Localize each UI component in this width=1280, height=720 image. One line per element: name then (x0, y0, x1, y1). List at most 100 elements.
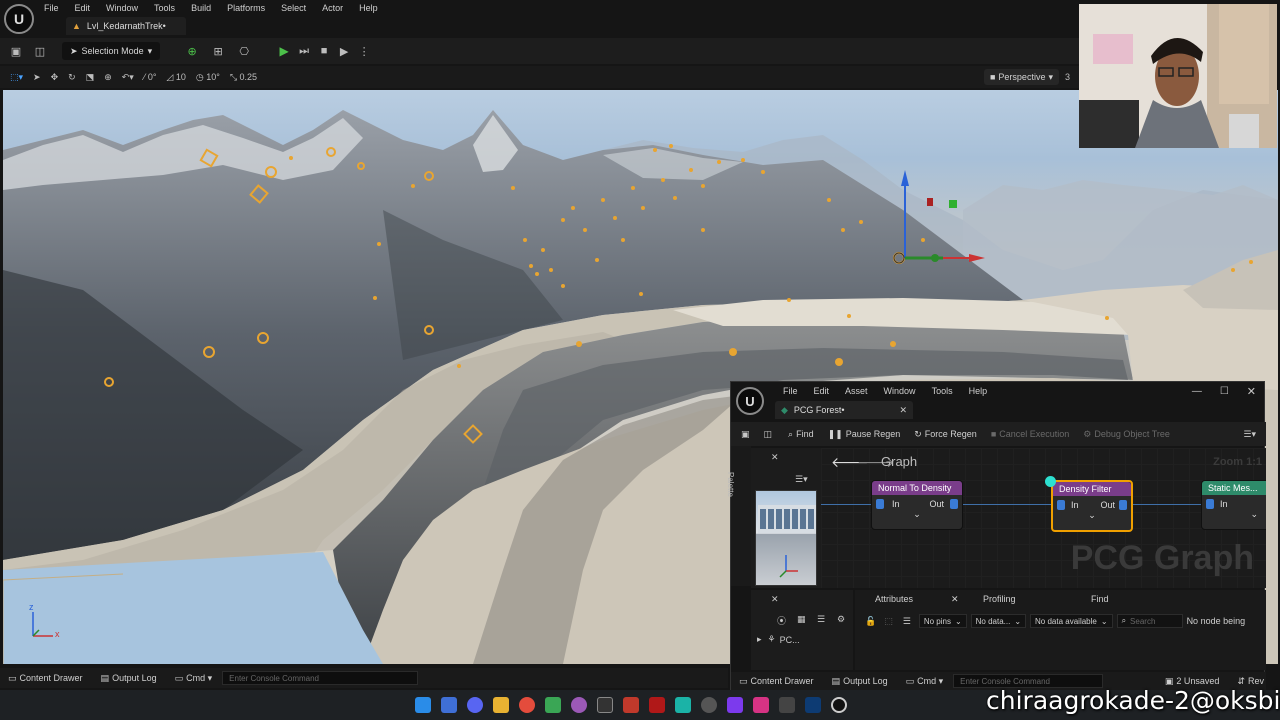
gear-icon[interactable]: ⚙ (837, 614, 845, 625)
pins-dropdown[interactable]: No pins ⌄ (918, 614, 967, 628)
play-icon[interactable]: ▶ (274, 41, 294, 61)
pcg-menu-asset[interactable]: Asset (837, 386, 876, 396)
launch-icon[interactable]: ▶ (334, 41, 354, 61)
output-pin-icon[interactable] (1119, 500, 1127, 510)
menu-tools[interactable]: Tools (146, 3, 183, 13)
windows-start-icon[interactable] (415, 697, 431, 713)
filter-icon[interactable]: ▦ (797, 614, 806, 625)
more-options-icon[interactable]: ⋮ (354, 41, 374, 61)
input-pin-icon[interactable] (1206, 499, 1214, 509)
github-icon[interactable] (701, 697, 717, 713)
menu-actor[interactable]: Actor (314, 3, 351, 13)
surface-snap-icon[interactable]: ↶▾ (122, 72, 134, 83)
unreal-taskbar-icon[interactable] (831, 697, 847, 713)
search-input[interactable]: ⌕ Search (1116, 614, 1183, 628)
tab-close-icon[interactable]: ✕ (951, 594, 959, 605)
app-icon[interactable] (675, 697, 691, 713)
find-button[interactable]: ⌕ Find (788, 429, 814, 440)
chevron-down-icon[interactable]: ⌄ (1202, 509, 1266, 520)
data-dropdown[interactable]: No data... ⌄ (970, 614, 1027, 628)
save-icon[interactable]: ▣ (6, 41, 26, 61)
tree-item[interactable]: ▸ ⚘ PC... (757, 634, 800, 645)
palette-strip[interactable] (731, 446, 751, 586)
node-density-filter[interactable]: Density Filter In Out ⌄ (1051, 480, 1133, 532)
move-snap-icon[interactable]: ◿ 10 (166, 72, 185, 83)
panel-close-icon[interactable]: ✕ (771, 452, 779, 463)
menu-build[interactable]: Build (183, 3, 219, 13)
app-icon[interactable] (779, 697, 795, 713)
rotate-snap-icon[interactable]: ◷ 10° (196, 72, 220, 83)
palette-label[interactable]: Palette (726, 472, 735, 497)
menu-window[interactable]: Window (98, 3, 146, 13)
select-icon[interactable]: ➤ (33, 72, 41, 83)
console-input[interactable]: Enter Console Command (222, 671, 419, 685)
revision-control-button[interactable]: ⇵ Rev (1237, 676, 1264, 687)
node-static-mesh-spawner[interactable]: Static Mes... In ⌄ (1201, 480, 1266, 530)
browser-icon[interactable] (441, 697, 457, 713)
transform-select-icon[interactable]: ⬚▾ (10, 72, 23, 83)
pcg-menu-tools[interactable]: Tools (924, 386, 961, 396)
filter-list-icon[interactable]: ☰ (903, 616, 911, 627)
debug-object-tree-button[interactable]: ⚙ Debug Object Tree (1083, 429, 1170, 440)
chrome-icon[interactable] (519, 697, 535, 713)
menu-edit[interactable]: Edit (67, 3, 99, 13)
locate-node-icon[interactable]: ⬚ (884, 616, 893, 627)
photoshop-icon[interactable] (805, 697, 821, 713)
blueprint-icon[interactable]: ⊞ (208, 41, 228, 61)
chevron-down-icon[interactable]: ⌄ (1053, 510, 1131, 521)
browse-icon[interactable]: ◫ (764, 429, 773, 440)
force-regen-button[interactable]: ↻ Force Regen (914, 429, 977, 440)
output-log-button[interactable]: ▤ Output Log (832, 676, 888, 687)
save-icon[interactable]: ▣ (741, 429, 750, 440)
pcg-graph-canvas[interactable]: 🡐 🡒 Graph Zoom 1:1 PCG Graph Normal To D… (821, 448, 1266, 588)
world-icon[interactable]: ⊕ (104, 72, 112, 83)
pause-regen-button[interactable]: ❚❚ Pause Regen (828, 429, 901, 440)
output-log-button[interactable]: ▤ Output Log (101, 673, 157, 684)
menu-file[interactable]: File (36, 3, 67, 13)
pcg-menu-file[interactable]: File (775, 386, 806, 396)
scale-icon[interactable]: ⬔ (86, 72, 95, 83)
cmd-dropdown[interactable]: ▭ Cmd ▾ (906, 676, 944, 687)
chevron-down-icon[interactable]: ⌄ (872, 509, 962, 520)
content-drawer-button[interactable]: ▭ Content Drawer (739, 676, 814, 687)
menu-help[interactable]: Help (351, 3, 386, 13)
output-pin-icon[interactable] (950, 499, 958, 509)
terminal-icon[interactable] (597, 697, 613, 713)
list-menu-icon[interactable]: ☰▾ (795, 474, 808, 485)
minimize-icon[interactable]: — (1192, 386, 1202, 397)
app-icon[interactable] (623, 697, 639, 713)
perspective-dropdown[interactable]: ■ Perspective ▾ (983, 69, 1059, 85)
cmd-dropdown[interactable]: ▭ Cmd ▾ (175, 673, 213, 684)
locate-icon[interactable]: ⦿ (777, 614, 786, 627)
step-icon[interactable]: ⏭ (294, 41, 314, 61)
level-tab[interactable]: ▲ Lvl_KedarnathTrek• (66, 17, 186, 35)
obs-icon[interactable] (571, 697, 587, 713)
node-normal-to-density[interactable]: Normal To Density In Out ⌄ (871, 480, 963, 530)
tab-profiling[interactable]: Profiling (983, 594, 1016, 604)
cancel-execution-button[interactable]: ■ Cancel Execution (991, 429, 1069, 439)
expand-arrow-icon[interactable]: ▸ (757, 634, 762, 645)
pcg-tab[interactable]: ◆ PCG Forest• ✕ (775, 401, 913, 419)
tab-attributes[interactable]: Attributes (875, 594, 913, 604)
lock-icon[interactable]: 🔓 (865, 616, 876, 627)
adobe-icon[interactable] (649, 697, 665, 713)
discord-icon[interactable] (467, 697, 483, 713)
move-icon[interactable]: ✥ (51, 72, 59, 83)
input-pin-icon[interactable] (876, 499, 884, 509)
maximize-icon[interactable]: ☐ (1220, 386, 1229, 397)
visual-studio-icon[interactable] (727, 697, 743, 713)
hamburger-menu-icon[interactable]: ☰▾ (1243, 429, 1256, 440)
stop-icon[interactable]: ■ (314, 41, 334, 61)
scale-snap-icon[interactable]: ⤡ 0.25 (230, 72, 257, 83)
cinematics-icon[interactable]: ⎔ (234, 41, 254, 61)
panel-close-icon[interactable]: ✕ (771, 594, 779, 605)
menu-select[interactable]: Select (273, 3, 314, 13)
rotate-icon[interactable]: ↻ (68, 72, 76, 83)
browse-icon[interactable]: ◫ (30, 41, 50, 61)
content-drawer-button[interactable]: ▭ Content Drawer (8, 673, 83, 684)
list-icon[interactable]: ☰ (817, 614, 825, 625)
menu-platforms[interactable]: Platforms (219, 3, 273, 13)
tab-close-icon[interactable]: ✕ (899, 405, 907, 416)
tab-find[interactable]: Find (1091, 594, 1109, 604)
pcg-menu-window[interactable]: Window (876, 386, 924, 396)
